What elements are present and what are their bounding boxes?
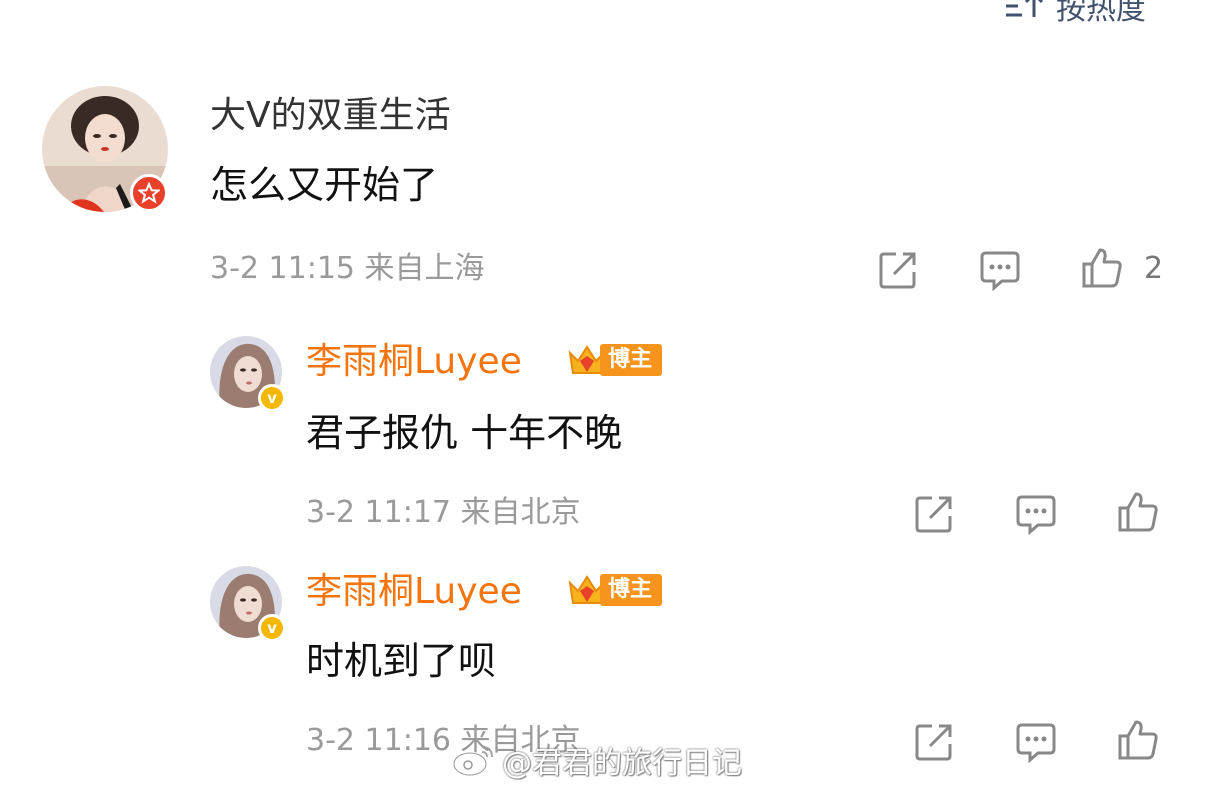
like-count: 2	[1144, 251, 1164, 286]
comment-username[interactable]: 大V的双重生活	[210, 98, 451, 134]
comment-icon[interactable]	[978, 248, 1022, 292]
verified-v-icon: v	[258, 384, 286, 412]
weibo-logo-icon	[452, 746, 493, 777]
comment-meta: 3-2 11:15 来自上海	[210, 251, 485, 286]
verified-v-icon: v	[258, 614, 286, 642]
blogger-badge-label: 博主	[600, 574, 663, 606]
reply-text: 君子报仇 十年不晚	[306, 411, 623, 455]
share-icon[interactable]	[912, 492, 956, 536]
reply-username[interactable]: 李雨桐Luyee	[306, 574, 522, 610]
reply-meta: 3-2 11:17 来自北京	[306, 495, 581, 530]
star-badge-icon	[130, 174, 168, 212]
blogger-badge: 博主	[566, 570, 663, 610]
watermark-text: @君君的旅行日记	[502, 746, 742, 781]
reply-text: 时机到了呗	[306, 639, 497, 683]
comment-text: 怎么又开始了	[210, 163, 439, 207]
sort-label: 按热度	[1056, 0, 1146, 27]
verified-letter: v	[267, 388, 277, 407]
share-icon[interactable]	[912, 720, 956, 764]
sort-icon	[1006, 0, 1044, 17]
sort-control[interactable]: 按热度	[1004, 0, 1146, 27]
like-icon[interactable]	[1116, 718, 1160, 762]
reply-username[interactable]: 李雨桐Luyee	[306, 344, 522, 380]
comment-icon[interactable]	[1014, 720, 1058, 764]
like-icon[interactable]	[1080, 246, 1124, 290]
comment-icon[interactable]	[1014, 492, 1058, 536]
verified-letter: v	[267, 618, 277, 637]
blogger-badge: 博主	[566, 340, 663, 380]
watermark: @君君的旅行日记	[452, 738, 742, 782]
blogger-badge-label: 博主	[600, 344, 663, 376]
like-icon[interactable]	[1116, 490, 1160, 534]
share-icon[interactable]	[876, 248, 920, 292]
